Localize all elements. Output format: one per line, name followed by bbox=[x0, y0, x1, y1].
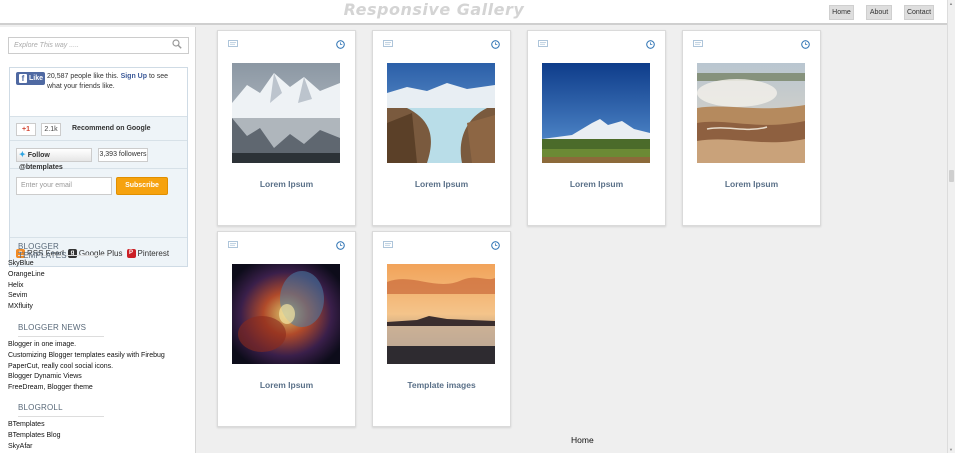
sunset-beach-image[interactable] bbox=[387, 264, 495, 364]
site-title[interactable]: Responsive Gallery bbox=[0, 0, 868, 20]
list-item[interactable]: BTemplates bbox=[8, 420, 196, 431]
section-list: Blogger in one image. Customizing Blogge… bbox=[8, 340, 196, 394]
email-subscribe-row: Enter your email Subscribe bbox=[10, 170, 187, 238]
clock-icon[interactable] bbox=[491, 40, 500, 49]
google-plus-count: 2.1k bbox=[41, 123, 61, 136]
gallery-card[interactable]: Lorem Ipsum bbox=[217, 231, 356, 427]
comment-icon[interactable] bbox=[228, 40, 238, 48]
clock-icon[interactable] bbox=[336, 40, 345, 49]
section-list: BTemplates BTemplates Blog SkyAfar bbox=[8, 420, 196, 452]
list-item[interactable]: FreeDream, Blogger theme bbox=[8, 383, 196, 394]
nav-contact-button[interactable]: Contact bbox=[904, 5, 934, 20]
search-icon[interactable] bbox=[172, 39, 182, 49]
email-input[interactable]: Enter your email bbox=[16, 177, 112, 195]
list-item[interactable]: OrangeLine bbox=[8, 270, 196, 281]
section-heading: BLOGGER NEWS bbox=[18, 323, 104, 337]
scroll-down-icon[interactable]: ▼ bbox=[949, 447, 953, 452]
hot-spring-terraces-image[interactable] bbox=[697, 63, 805, 163]
search-placeholder: Explore This way ..... bbox=[14, 42, 79, 49]
snowy-mountain-lake-image[interactable] bbox=[232, 63, 340, 163]
comment-icon[interactable] bbox=[383, 241, 393, 249]
section-heading: BLOGGER TEMPLATES bbox=[18, 242, 104, 260]
facebook-icon: f bbox=[19, 74, 27, 83]
comment-icon[interactable] bbox=[228, 241, 238, 249]
blogger-templates-section: BLOGGER TEMPLATES SkyBlue OrangeLine Hel… bbox=[0, 242, 196, 313]
gallery-card[interactable]: Template images bbox=[372, 231, 511, 427]
facebook-like-button[interactable]: f Like bbox=[16, 72, 45, 85]
list-item[interactable]: Blogger Dynamic Views bbox=[8, 372, 196, 383]
gallery-card[interactable]: Lorem Ipsum bbox=[217, 30, 356, 226]
comment-icon[interactable] bbox=[693, 40, 703, 48]
subscribe-button[interactable]: Subscribe bbox=[116, 177, 168, 195]
clock-icon[interactable] bbox=[336, 241, 345, 250]
gallery-card[interactable]: Lorem Ipsum bbox=[372, 30, 511, 226]
social-widget: f Like 20,587 people like this. Sign Up t… bbox=[9, 67, 188, 267]
facebook-like-box: f Like 20,587 people like this. Sign Up t… bbox=[10, 68, 187, 117]
list-item[interactable]: Helix bbox=[8, 281, 196, 292]
card-title[interactable]: Lorem Ipsum bbox=[683, 179, 820, 189]
list-item[interactable]: MXfluity bbox=[8, 302, 196, 313]
list-item[interactable]: BTemplates Blog bbox=[8, 431, 196, 442]
twitter-row: ✦ Follow @btemplates 3,393 followers bbox=[10, 142, 187, 171]
gallery-card[interactable]: Lorem Ipsum bbox=[527, 30, 666, 226]
card-title[interactable]: Lorem Ipsum bbox=[218, 380, 355, 390]
scroll-thumb[interactable] bbox=[949, 170, 954, 182]
card-title[interactable]: Lorem Ipsum bbox=[373, 179, 510, 189]
comment-icon[interactable] bbox=[538, 40, 548, 48]
list-item[interactable]: SkyAfar bbox=[8, 442, 196, 453]
gallery-card[interactable]: Lorem Ipsum bbox=[682, 30, 821, 226]
scroll-up-icon[interactable]: ▲ bbox=[949, 1, 953, 6]
clock-icon[interactable] bbox=[491, 241, 500, 250]
facebook-signup-link[interactable]: Sign Up bbox=[121, 73, 147, 80]
section-heading: BLOGROLL bbox=[18, 403, 104, 417]
site-header: Responsive Gallery Home About Contact bbox=[0, 0, 947, 25]
nav-about-button[interactable]: About bbox=[866, 5, 892, 20]
card-title[interactable]: Template images bbox=[373, 380, 510, 390]
list-item[interactable]: Sevim bbox=[8, 291, 196, 302]
footer-home-link[interactable]: Home bbox=[571, 435, 594, 445]
volcano-field-image[interactable] bbox=[542, 63, 650, 163]
card-title[interactable]: Lorem Ipsum bbox=[218, 179, 355, 189]
twitter-follower-count: 3,393 followers bbox=[98, 148, 148, 162]
card-title[interactable]: Lorem Ipsum bbox=[528, 179, 665, 189]
nebula-image[interactable] bbox=[232, 264, 340, 364]
section-list: SkyBlue OrangeLine Helix Sevim MXfluity bbox=[8, 259, 196, 313]
facebook-like-text: 20,587 people like this. Sign Up to see … bbox=[47, 73, 169, 90]
list-item[interactable]: Customizing Blogger templates easily wit… bbox=[8, 351, 196, 362]
blogroll-section: BLOGROLL BTemplates BTemplates Blog SkyA… bbox=[0, 403, 196, 452]
top-nav: Home About Contact bbox=[829, 5, 934, 20]
glacier-valley-image[interactable] bbox=[387, 63, 495, 163]
clock-icon[interactable] bbox=[646, 40, 655, 49]
comment-icon[interactable] bbox=[383, 40, 393, 48]
google-plus-one-button[interactable]: +1 bbox=[16, 123, 36, 136]
twitter-bird-icon: ✦ bbox=[19, 150, 26, 159]
clock-icon[interactable] bbox=[801, 40, 810, 49]
list-item[interactable]: Blogger in one image. bbox=[8, 340, 196, 351]
blogger-news-section: BLOGGER NEWS Blogger in one image. Custo… bbox=[0, 323, 196, 394]
google-plus-row: +1 2.1k Recommend on Google bbox=[10, 118, 187, 141]
list-item[interactable]: SkyBlue bbox=[8, 259, 196, 270]
search-input[interactable]: Explore This way ..... bbox=[8, 37, 189, 54]
nav-home-button[interactable]: Home bbox=[829, 5, 854, 20]
google-recommend-text: Recommend on Google bbox=[72, 125, 151, 132]
sidebar: Explore This way ..... f Like 20,587 peop… bbox=[0, 27, 196, 453]
list-item[interactable]: PaperCut, really cool social icons. bbox=[8, 362, 196, 373]
vertical-scrollbar[interactable]: ▲ ▼ bbox=[947, 0, 955, 453]
twitter-follow-button[interactable]: ✦ Follow @btemplates bbox=[16, 148, 92, 171]
